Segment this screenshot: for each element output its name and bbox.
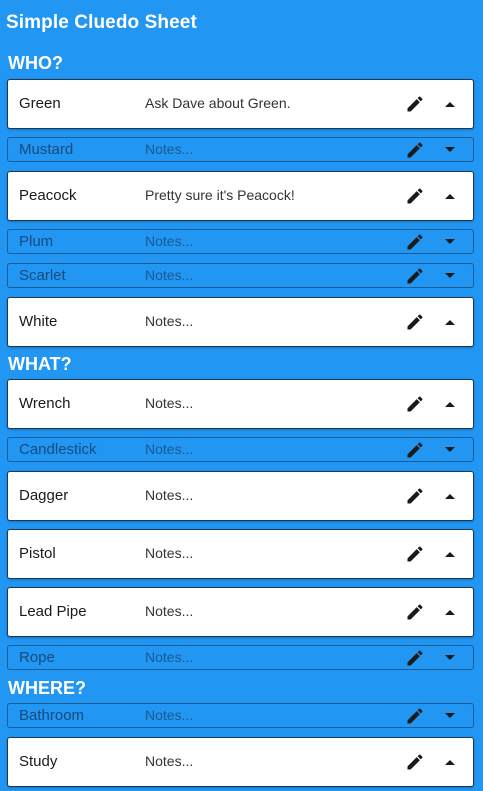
edit-pencil-icon[interactable]	[404, 601, 426, 623]
card-dagger[interactable]: Dagger Notes...	[7, 471, 474, 521]
card-scarlet[interactable]: Scarlet Notes...	[7, 263, 474, 288]
card-green[interactable]: Green Ask Dave about Green.	[7, 79, 474, 129]
collapse-caret-up-icon[interactable]	[439, 185, 461, 207]
card-name: Pistol	[19, 545, 56, 562]
card-notes[interactable]: Notes...	[145, 141, 193, 157]
collapse-caret-up-icon[interactable]	[439, 485, 461, 507]
card-name: Candlestick	[19, 441, 97, 458]
edit-pencil-icon[interactable]	[404, 185, 426, 207]
edit-pencil-icon[interactable]	[404, 311, 426, 333]
card-notes[interactable]: Notes...	[145, 233, 193, 249]
edit-pencil-icon[interactable]	[404, 705, 426, 727]
card-name: White	[19, 313, 58, 330]
card-name: Wrench	[19, 395, 71, 412]
card-name: Mustard	[19, 141, 74, 158]
card-notes[interactable]: Notes...	[145, 267, 193, 283]
card-name: Green	[19, 95, 61, 112]
card-notes[interactable]: Notes...	[145, 707, 193, 723]
card-name: Peacock	[19, 187, 77, 204]
expand-caret-down-icon[interactable]	[439, 265, 461, 287]
card-name: Bathroom	[19, 707, 85, 724]
card-notes[interactable]: Notes...	[145, 395, 193, 411]
card-name: Lead Pipe	[19, 603, 87, 620]
edit-pencil-icon[interactable]	[404, 231, 426, 253]
section-title-where: WHERE?	[8, 678, 86, 698]
edit-pencil-icon[interactable]	[404, 139, 426, 161]
card-name: Scarlet	[19, 267, 66, 284]
expand-caret-down-icon[interactable]	[439, 439, 461, 461]
card-notes[interactable]: Notes...	[145, 649, 193, 665]
edit-pencil-icon[interactable]	[404, 647, 426, 669]
edit-pencil-icon[interactable]	[404, 543, 426, 565]
card-plum[interactable]: Plum Notes...	[7, 229, 474, 254]
collapse-caret-up-icon[interactable]	[439, 601, 461, 623]
collapse-caret-up-icon[interactable]	[439, 93, 461, 115]
card-name: Dagger	[19, 487, 69, 504]
app-title: Simple Cluedo Sheet	[6, 12, 197, 33]
card-mustard[interactable]: Mustard Notes...	[7, 137, 474, 162]
section-title-what: WHAT?	[8, 354, 72, 374]
card-pistol[interactable]: Pistol Notes...	[7, 529, 474, 579]
card-rope[interactable]: Rope Notes...	[7, 645, 474, 670]
card-lead-pipe[interactable]: Lead Pipe Notes...	[7, 587, 474, 637]
card-name: Plum	[19, 233, 54, 250]
card-name: Study	[19, 753, 58, 770]
expand-caret-down-icon[interactable]	[439, 647, 461, 669]
card-name: Rope	[19, 649, 55, 666]
collapse-caret-up-icon[interactable]	[439, 393, 461, 415]
collapse-caret-up-icon[interactable]	[439, 543, 461, 565]
edit-pencil-icon[interactable]	[404, 93, 426, 115]
edit-pencil-icon[interactable]	[404, 751, 426, 773]
expand-caret-down-icon[interactable]	[439, 705, 461, 727]
card-study[interactable]: Study Notes...	[7, 737, 474, 787]
collapse-caret-up-icon[interactable]	[439, 311, 461, 333]
card-white[interactable]: White Notes...	[7, 297, 474, 347]
card-notes[interactable]: Ask Dave about Green.	[145, 95, 291, 111]
card-candlestick[interactable]: Candlestick Notes...	[7, 437, 474, 462]
collapse-caret-up-icon[interactable]	[439, 751, 461, 773]
edit-pencil-icon[interactable]	[404, 485, 426, 507]
edit-pencil-icon[interactable]	[404, 393, 426, 415]
edit-pencil-icon[interactable]	[404, 265, 426, 287]
expand-caret-down-icon[interactable]	[439, 139, 461, 161]
edit-pencil-icon[interactable]	[404, 439, 426, 461]
card-notes[interactable]: Notes...	[145, 753, 193, 769]
card-notes[interactable]: Notes...	[145, 441, 193, 457]
expand-caret-down-icon[interactable]	[439, 231, 461, 253]
card-notes[interactable]: Pretty sure it's Peacock!	[145, 187, 295, 203]
card-notes[interactable]: Notes...	[145, 313, 193, 329]
card-wrench[interactable]: Wrench Notes...	[7, 379, 474, 429]
card-peacock[interactable]: Peacock Pretty sure it's Peacock!	[7, 171, 474, 221]
card-notes[interactable]: Notes...	[145, 603, 193, 619]
section-title-who: WHO?	[8, 53, 63, 73]
card-notes[interactable]: Notes...	[145, 545, 193, 561]
card-notes[interactable]: Notes...	[145, 487, 193, 503]
card-bathroom[interactable]: Bathroom Notes...	[7, 703, 474, 728]
